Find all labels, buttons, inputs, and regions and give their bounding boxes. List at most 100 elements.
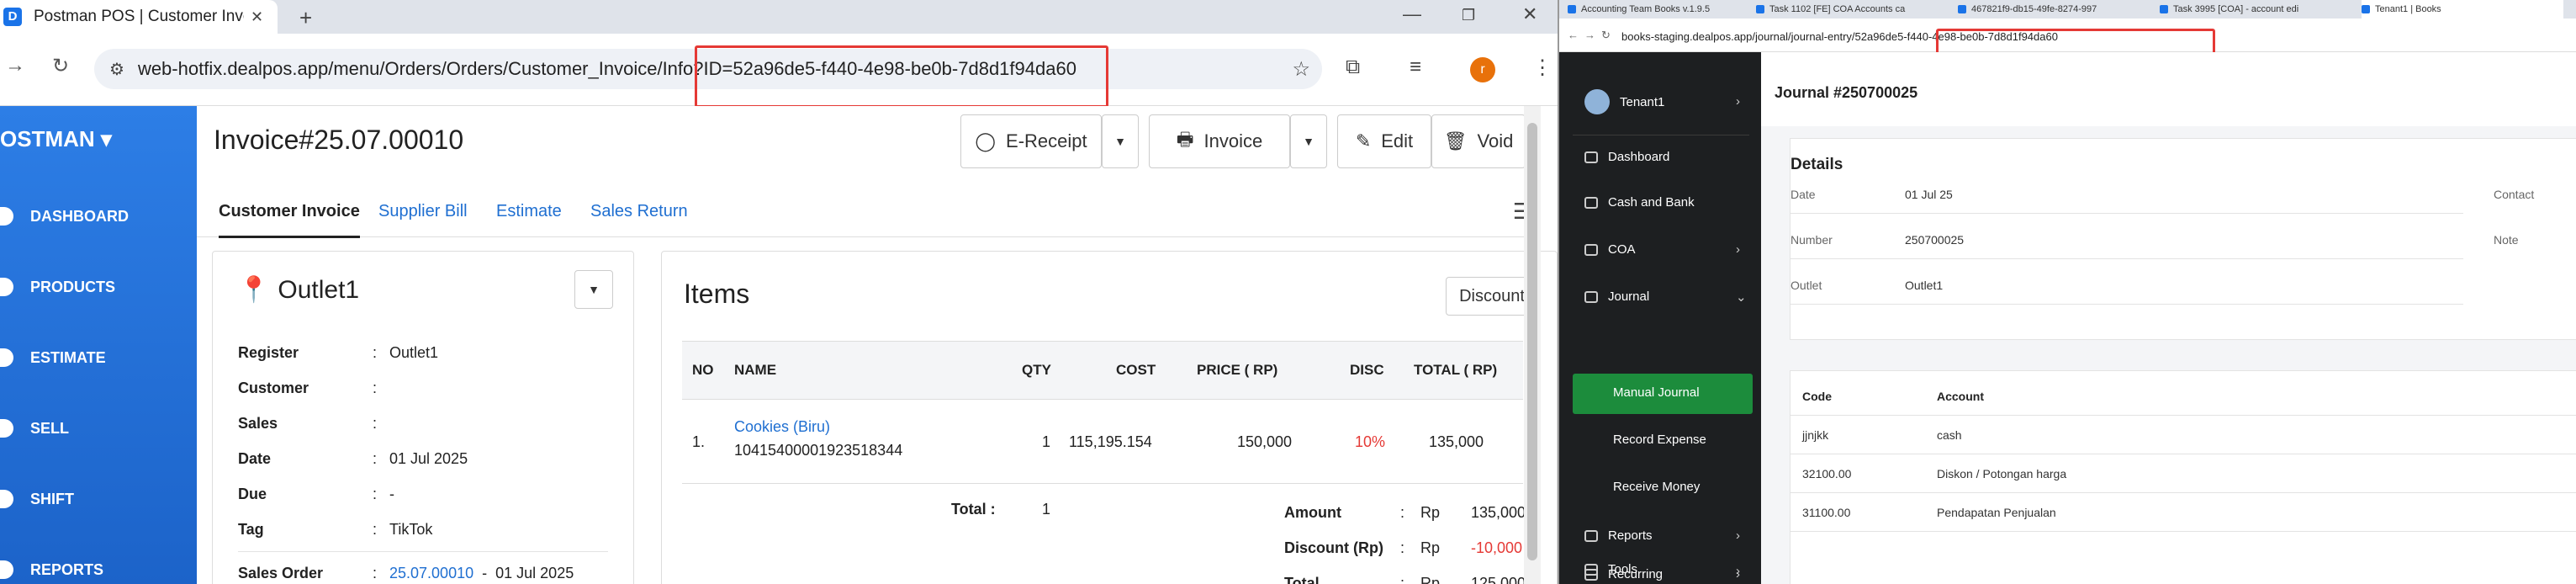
reports-icon [1584, 529, 1598, 542]
site-info-icon[interactable]: ⚙ [109, 59, 124, 80]
sidebar-item-sell[interactable]: SELL [0, 419, 69, 438]
extensions-icon[interactable]: ⧉ [1346, 56, 1360, 79]
media-icon[interactable]: ≡ [1410, 56, 1421, 79]
e-receipt-dropdown[interactable]: ▼ [1102, 114, 1139, 168]
outlet-dropdown[interactable]: ▼ [574, 270, 613, 309]
tab-sales-return[interactable]: Sales Return [590, 202, 688, 221]
sidebar-label: SHIFT [30, 490, 74, 507]
sales-order-date: 01 Jul 2025 [495, 565, 574, 581]
sidebar-item-dashboard[interactable]: DASHBOARD [0, 207, 129, 226]
sidebar-label: REPORTS [30, 560, 104, 578]
restore-icon[interactable]: ❐ [1462, 7, 1475, 24]
e-receipt-label: E-Receipt [1006, 130, 1087, 151]
back-icon[interactable]: ← [1568, 29, 1579, 41]
row-total: 135,000 [1429, 433, 1484, 450]
sales-order-link[interactable]: 25.07.00010 [389, 565, 473, 581]
close-window-icon[interactable]: ✕ [1522, 3, 1537, 25]
tab-supplier-bill[interactable]: Supplier Bill [378, 202, 468, 221]
browser-tab[interactable]: Accounting Team Books v.1.9.5 [1568, 0, 1751, 19]
forward-icon[interactable]: → [1584, 29, 1595, 41]
whatsapp-icon: ◯ [975, 130, 997, 151]
divider [1791, 531, 2576, 532]
devops-favicon-icon [2160, 5, 2168, 13]
total-qty: 1 [1042, 501, 1051, 518]
forward-icon[interactable]: → [5, 54, 25, 77]
menu-label: COA [1608, 242, 1636, 257]
sidebar-item-manual-journal[interactable]: Manual Journal [1613, 385, 1700, 400]
brand-dropdown[interactable]: OSTMAN ▾ [0, 126, 112, 152]
bank-icon [1584, 196, 1598, 209]
grand-total-label: Total [1284, 575, 1320, 584]
journal-header: Journal #250700025 [1761, 52, 2576, 126]
colon: : [373, 521, 378, 538]
sidebar-item-journal[interactable]: Journal [1584, 289, 1649, 304]
sidebar-item-receive-money[interactable]: Receive Money [1613, 480, 1700, 494]
divider [1791, 258, 2463, 259]
edit-button[interactable]: ✎ Edit [1337, 114, 1431, 168]
product-name-link[interactable]: Cookies (Biru) [734, 418, 830, 436]
tab-customer-invoice[interactable]: Customer Invoice [219, 202, 360, 238]
sidebar-item-estimate[interactable]: ESTIMATE [0, 348, 106, 367]
invoice-print-button[interactable]: 🖶 Invoice [1149, 114, 1290, 168]
browser-tab[interactable]: Task 1102 [FE] COA Accounts ca [1756, 0, 1953, 19]
scrollbar-thumb[interactable] [1527, 123, 1537, 560]
close-tab-icon[interactable]: ✕ [251, 8, 263, 26]
sidebar-item-coa[interactable]: COA [1584, 242, 1636, 257]
sidebar-item-dashboard[interactable]: Dashboard [1584, 150, 1669, 164]
currency: Rp [1420, 504, 1441, 521]
row-code-link[interactable]: 31100.00 [1802, 506, 1850, 519]
page-scrollbar[interactable] [1524, 106, 1541, 584]
row-no: 1. [692, 433, 706, 450]
reload-icon[interactable]: ↻ [52, 54, 69, 78]
menu-label: Dashboard [1608, 150, 1670, 164]
sidebar-item-cash-and-bank[interactable]: Cash and Bank [1584, 195, 1695, 210]
tab-title: Task 3995 [COA] - account edi [2173, 4, 2299, 14]
divider [1791, 304, 2463, 305]
details-title: Details [1791, 156, 1843, 173]
new-tab-icon[interactable]: + [299, 5, 312, 31]
e-receipt-button[interactable]: ◯ E-Receipt [960, 114, 1102, 168]
sidebar-item-products[interactable]: PRODUCTS [0, 278, 115, 296]
sidebar-item-tools[interactable]: Tools [1584, 562, 1637, 576]
field-value: - [389, 486, 394, 502]
field-value: TikTok [389, 521, 433, 538]
browser-tab[interactable]: 467821f9-db15-49fe-8274-997 [1958, 0, 2155, 19]
map-pin-icon: 📍 [238, 276, 270, 304]
row-code-link[interactable]: 32100.00 [1802, 467, 1851, 480]
sidebar-item-shift[interactable]: SHIFT [0, 490, 74, 508]
amount-label: Amount [1284, 504, 1341, 521]
reload-icon[interactable]: ↻ [1601, 29, 1611, 42]
row-code-link[interactable]: jjnjkk [1802, 428, 1828, 442]
colon: : [373, 344, 378, 361]
field-label: Register [238, 344, 299, 361]
void-button[interactable]: 🗑 Void [1431, 114, 1526, 168]
menu-label: Receive Money [1613, 480, 1701, 494]
bookmark-star-icon[interactable]: ☆ [1292, 57, 1310, 82]
menu-label: Cash and Bank [1608, 195, 1695, 210]
invoice-main: Invoice#25.07.00010 ◯ E-Receipt ▼ 🖶 Invoic… [197, 106, 1558, 584]
right-browser-window: Accounting Team Books v.1.9.5 Task 1102 … [1558, 0, 2576, 584]
browser-tab-active[interactable]: D Postman POS | Customer Invoic ✕ [0, 0, 278, 34]
estimate-icon [0, 348, 13, 367]
sidebar-label: PRODUCTS [30, 278, 116, 295]
menu-label: Manual Journal [1613, 385, 1700, 400]
browser-tab-active[interactable]: Tenant1 | Books [2362, 0, 2563, 19]
menu-label: Reports [1608, 528, 1653, 543]
sidebar-item-record-expense[interactable]: Record Expense [1613, 433, 1706, 447]
invoice-dropdown[interactable]: ▼ [1290, 114, 1327, 168]
tab-title: Postman POS | Customer Invoic [34, 8, 244, 25]
profile-avatar[interactable]: r [1470, 57, 1495, 82]
colon: : [1400, 575, 1405, 584]
sidebar-item-reports[interactable]: Reports [1584, 528, 1653, 543]
col-cost: COST [1116, 362, 1156, 378]
currency: Rp [1420, 539, 1441, 556]
minimize-icon[interactable]: — [1403, 3, 1421, 25]
tab-estimate[interactable]: Estimate [496, 202, 562, 221]
tenant-switcher[interactable]: Tenant1 [1584, 89, 1664, 114]
menu-kebab-icon[interactable]: ⋮ [1532, 56, 1552, 80]
sidebar-item-reports[interactable]: REPORTS [0, 560, 103, 579]
browser-tab[interactable]: Task 3995 [COA] - account edi [2160, 0, 2356, 19]
total-label: Total : [951, 501, 996, 518]
highlight-box-url-id [695, 45, 1108, 108]
detail-label: Number [1791, 233, 1833, 247]
